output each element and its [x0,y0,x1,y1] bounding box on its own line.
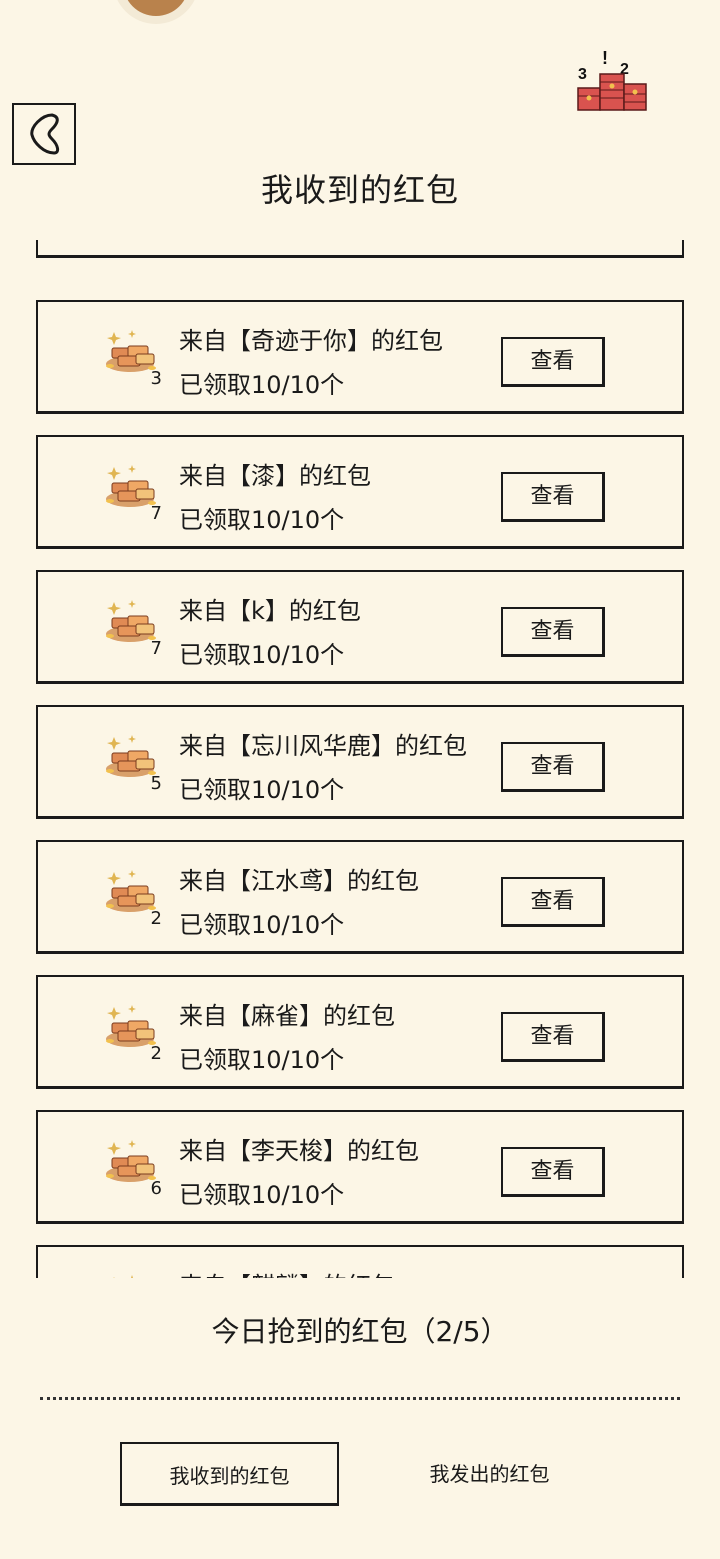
claim-status: 已领取10/10个 [179,1046,345,1074]
claim-status: 已领取10/10个 [179,371,345,399]
rank-number: 3 [150,368,162,389]
today-received-counter: 今日抢到的红包（2/5） [211,1315,509,1348]
list-item: 7 来自【漆】的红包 已领取10/10个 查看 [36,435,684,549]
list-item: 6 来自【李天梭】的红包 已领取10/10个 查看 [36,1110,684,1224]
rank-number: 5 [150,773,162,794]
rank-icon-digit: 3 [578,66,587,83]
view-button[interactable]: 查看 [501,337,605,387]
sender-label: 来自【k】的红包 [179,597,361,625]
view-button[interactable]: 查看 [501,742,605,792]
claim-status: 已领取10/10个 [179,506,345,534]
sender-label: 来自【忘川风华鹿】的红包 [179,732,467,760]
back-arrow-icon [30,113,60,155]
sender-label: 来自【江水鸢】的红包 [179,867,419,895]
list-item-partial-top [36,240,684,258]
rank-number: 2 [150,1043,162,1064]
list-item: 2 来自【江水鸢】的红包 已领取10/10个 查看 [36,840,684,954]
list-item: 2 来自【麻雀】的红包 已领取10/10个 查看 [36,975,684,1089]
rank-icon-digit: ! [602,48,608,68]
avatar [113,0,199,24]
sender-label: 来自【麻雀】的红包 [179,1002,395,1030]
view-button[interactable]: 查看 [501,877,605,927]
red-packet-list[interactable]: 3 来自【奇迹于你】的红包 已领取10/10个 查看 7 来自【漆】的红包 已领… [0,240,720,1278]
sender-label: 来自【麒麟】的红包 [179,1266,395,1278]
red-packet-ranking-icon[interactable]: 3 ! 2 [574,44,654,114]
claim-status: 已领取10/10个 [179,1181,345,1209]
claim-status: 已领取10/10个 [179,641,345,669]
sender-label: 来自【李天梭】的红包 [179,1137,419,1165]
list-item: 3 来自【奇迹于你】的红包 已领取10/10个 查看 [36,300,684,414]
tab-received-red-packets[interactable]: 我收到的红包 [120,1442,339,1506]
list-item: 7 来自【k】的红包 已领取10/10个 查看 [36,570,684,684]
dotted-divider [40,1397,680,1400]
list-item: 5 来自【忘川风华鹿】的红包 已领取10/10个 查看 [36,705,684,819]
back-button[interactable] [12,103,76,165]
rank-number: 6 [150,1178,162,1199]
tab-sent-red-packets[interactable]: 我发出的红包 [380,1442,599,1506]
page-title: 我收到的红包 [260,171,459,209]
view-button[interactable]: 查看 [501,1012,605,1062]
rank-number: 7 [150,638,162,659]
rank-number: 7 [150,503,162,524]
claim-status: 已领取10/10个 [179,911,345,939]
rank-number: 2 [150,908,162,929]
view-button[interactable]: 查看 [501,607,605,657]
view-button[interactable]: 查看 [501,472,605,522]
gold-bars-icon [102,1271,162,1278]
sender-label: 来自【奇迹于你】的红包 [179,327,443,355]
sender-label: 来自【漆】的红包 [179,462,371,490]
list-item: 来自【麒麟】的红包 [36,1245,684,1278]
view-button[interactable]: 查看 [501,1147,605,1197]
claim-status: 已领取10/10个 [179,776,345,804]
